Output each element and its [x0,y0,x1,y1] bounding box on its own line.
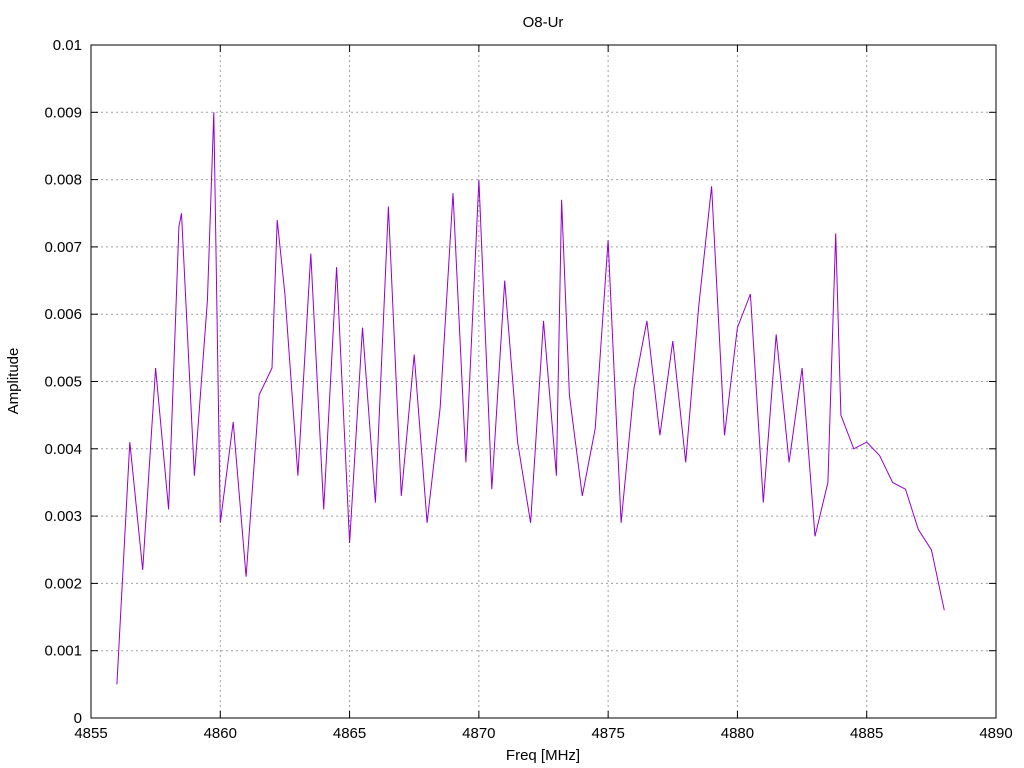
y-tick-label: 0.002 [44,575,82,592]
x-tick-label: 4860 [204,725,237,742]
chart: 4855 4860 4865 4870 4875 4880 4885 4890 0 0.001 0.… [5,14,1013,764]
x-tick-label: 4890 [979,725,1012,742]
series-line [116,112,945,685]
chart-title: O8-Ur [523,14,564,31]
y-tick-label: 0.006 [44,306,82,323]
x-tick-label: 4855 [74,725,107,742]
x-tick-label: 4880 [721,725,754,742]
x-tick-label: 4875 [591,725,624,742]
y-tick-label: 0.003 [44,508,82,525]
y-tick-label: 0 [74,710,82,727]
y-tick-label: 0.007 [44,239,82,256]
y-tick-label: 0.008 [44,172,82,189]
y-tick-label: 0.001 [44,643,82,660]
y-tick-label: 0.009 [44,104,82,121]
y-tick-label: 0.01 [53,37,82,54]
x-tick-label: 4865 [333,725,366,742]
y-tick-label: 0.005 [44,374,82,391]
x-tick-label: 4870 [462,725,495,742]
grid [91,45,996,718]
x-axis-label: Freq [MHz] [506,747,580,764]
y-axis-label: Amplitude [5,348,22,415]
y-tick-label: 0.004 [44,441,82,458]
x-tick-label: 4885 [850,725,883,742]
